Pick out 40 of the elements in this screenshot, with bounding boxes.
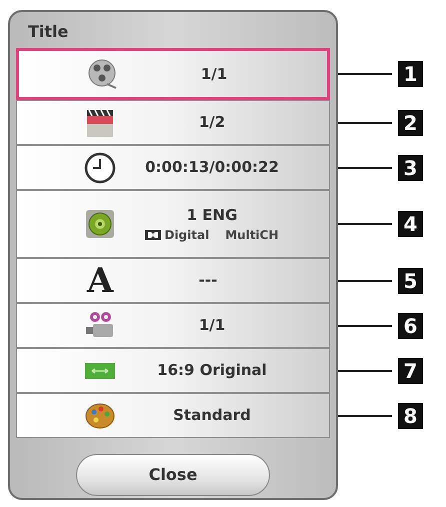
- callout-number: 5: [398, 268, 423, 294]
- callout-number: 7: [398, 358, 423, 384]
- callout-number: 2: [398, 110, 423, 136]
- row-value: Standard: [173, 405, 251, 426]
- row-value: 1/1: [200, 64, 228, 85]
- audio-format: Digital: [164, 227, 210, 244]
- row-value: 1/1: [198, 315, 226, 336]
- leader-line: [338, 370, 392, 372]
- leader-line: [338, 166, 392, 168]
- menu-row[interactable]: 1 ENG Digital MultiCH: [16, 190, 330, 258]
- callout-number: 6: [398, 312, 423, 338]
- row-value: ---: [198, 270, 218, 292]
- menu-row[interactable]: 16:9 Original: [16, 348, 330, 393]
- double-d-icon: [145, 230, 162, 240]
- callout-number: 1: [398, 61, 423, 87]
- speaker-icon: [83, 207, 117, 241]
- callout-number: 8: [398, 402, 423, 428]
- callout-number: 4: [398, 211, 423, 237]
- leader-line: [338, 73, 392, 75]
- row-value: 0:00:13/0:00:22: [145, 157, 279, 178]
- row-value: 1/2: [198, 112, 226, 134]
- menu-row[interactable]: 1/1: [16, 303, 330, 348]
- leader-line: [338, 324, 392, 326]
- panel-title: Title: [27, 21, 68, 43]
- close-button[interactable]: Close: [76, 454, 270, 496]
- menu-row[interactable]: Standard: [16, 393, 330, 438]
- leader-line: [338, 414, 392, 416]
- subtitle-glyph: A: [87, 264, 113, 298]
- leader-line: [338, 122, 392, 124]
- clock-icon: [83, 150, 117, 184]
- row-value: 1 ENG: [186, 204, 238, 226]
- leader-line: [338, 223, 392, 225]
- menu-row[interactable]: 1/1: [16, 48, 330, 100]
- audio-channels: MultiCH: [225, 227, 279, 244]
- menu-row[interactable]: 0:00:13/0:00:22: [16, 145, 330, 190]
- leader-line: [338, 280, 392, 282]
- menu-row[interactable]: A ---: [16, 258, 330, 303]
- row-value: 16:9 Original: [157, 360, 267, 382]
- menu-row[interactable]: 1/2: [16, 100, 330, 145]
- callout-number: 3: [398, 154, 423, 180]
